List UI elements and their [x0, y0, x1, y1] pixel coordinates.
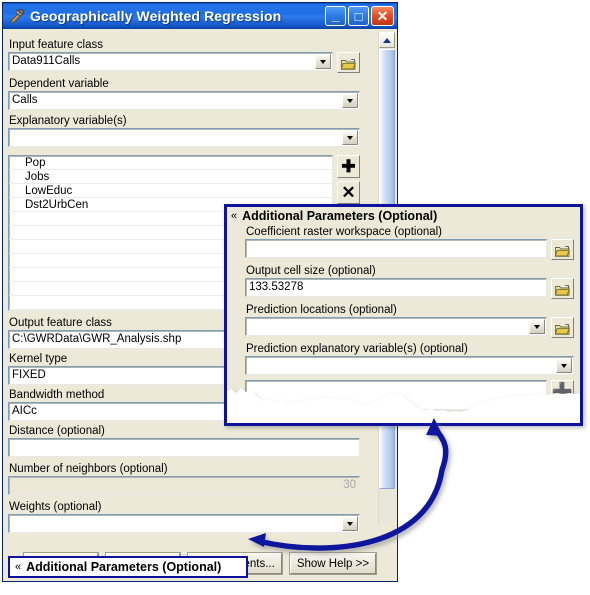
list-item[interactable]: LowEduc: [9, 184, 332, 198]
row-distance: [6, 438, 362, 457]
label-coefficient-raster-workspace: Coefficient raster workspace (optional): [246, 226, 443, 238]
plus-icon: ✚: [341, 157, 356, 176]
label-output-cell-size: Output cell size (optional): [246, 265, 376, 277]
additional-parameters-popup-body: Coefficient raster workspace (optional) …: [227, 225, 580, 410]
row-input-feature-class: Data911Calls: [6, 52, 362, 73]
minimize-button[interactable]: _: [325, 6, 346, 26]
row-output-cell-size: 133.53278: [243, 278, 576, 299]
prediction-locations-combo[interactable]: [245, 317, 547, 336]
row-prediction-locations: [243, 317, 576, 338]
row-coefficient-raster-workspace: [243, 239, 576, 260]
prediction-explanatory-variables-combo[interactable]: [245, 356, 574, 375]
scroll-up-button[interactable]: [379, 32, 395, 48]
close-button[interactable]: ✕: [371, 6, 394, 26]
close-x-icon: ✕: [341, 183, 356, 202]
chevron-down-icon[interactable]: [529, 319, 545, 334]
browse-coefficient-raster-workspace-button[interactable]: [551, 239, 574, 260]
output-cell-size-input[interactable]: 133.53278: [245, 278, 547, 297]
dependent-variable-combo[interactable]: Calls: [8, 91, 360, 110]
maximize-button[interactable]: □: [348, 6, 369, 26]
additional-parameters-collapsed-header[interactable]: « Additional Parameters (Optional): [8, 556, 248, 578]
additional-parameters-popup-header[interactable]: « Additional Parameters (Optional): [227, 207, 580, 225]
hammer-tool-icon: [8, 7, 26, 25]
chevron-up-icon: «: [15, 560, 22, 573]
row-dependent-variable: Calls: [6, 91, 362, 110]
window-controls: _ □ ✕: [325, 6, 394, 26]
distance-input[interactable]: [8, 438, 360, 457]
browse-prediction-locations-button[interactable]: [551, 317, 574, 338]
label-prediction-explanatory-variables: Prediction explanatory variable(s) (opti…: [246, 343, 468, 355]
input-feature-class-combo[interactable]: Data911Calls: [8, 52, 333, 71]
browse-output-cell-size-button[interactable]: [551, 278, 574, 299]
chevron-up-icon: «: [231, 209, 238, 222]
row-number-of-neighbors: 30: [6, 476, 362, 495]
browse-input-feature-class-button[interactable]: [337, 52, 360, 73]
input-feature-class-value: Data911Calls: [12, 55, 81, 67]
label-input-feature-class: Input feature class: [9, 39, 103, 51]
list-item[interactable]: Jobs: [9, 170, 332, 184]
explanatory-variables-combo[interactable]: [8, 128, 360, 147]
list-item[interactable]: Pop: [9, 156, 332, 170]
label-explanatory-variables: Explanatory variable(s): [9, 115, 127, 127]
remove-variable-button[interactable]: ✕: [337, 181, 360, 204]
chevron-down-icon[interactable]: [556, 358, 572, 373]
window-title: Geographically Weighted Regression: [30, 8, 282, 24]
label-number-of-neighbors: Number of neighbors (optional): [9, 463, 168, 475]
number-of-neighbors-input: 30: [8, 476, 360, 495]
row-explanatory-variables: [6, 128, 362, 147]
title-bar[interactable]: Geographically Weighted Regression _ □ ✕: [3, 3, 397, 29]
chevron-down-icon[interactable]: [342, 93, 358, 108]
label-distance: Distance (optional): [9, 425, 105, 437]
folder-open-icon: [554, 244, 570, 257]
additional-parameters-collapsed-label: Additional Parameters (Optional): [26, 560, 222, 574]
dependent-variable-value: Calls: [12, 94, 38, 106]
label-weights: Weights (optional): [9, 501, 102, 513]
show-help-button[interactable]: Show Help >>: [288, 552, 378, 575]
chevron-down-icon[interactable]: [315, 54, 331, 69]
coefficient-raster-workspace-input[interactable]: [245, 239, 547, 258]
prediction-variables-listbox[interactable]: [245, 380, 547, 410]
chevron-down-icon[interactable]: [342, 130, 358, 145]
row-weights: [6, 514, 362, 533]
folder-open-icon: [554, 322, 570, 335]
row-prediction-variable-list: ➕: [243, 380, 576, 410]
chevron-down-icon[interactable]: [342, 516, 358, 531]
label-dependent-variable: Dependent variable: [9, 78, 109, 90]
maximize-icon: □: [354, 8, 363, 24]
additional-parameters-popup-title: Additional Parameters (Optional): [242, 209, 438, 223]
folder-open-icon: [340, 57, 356, 70]
folder-open-icon: [554, 283, 570, 296]
label-prediction-locations: Prediction locations (optional): [246, 304, 397, 316]
add-variable-button[interactable]: ✚: [337, 155, 360, 178]
minimize-icon: _: [331, 7, 340, 23]
close-icon: ✕: [376, 8, 389, 24]
row-prediction-explanatory-variables: [243, 356, 576, 375]
weights-combo[interactable]: [8, 514, 360, 533]
add-prediction-variable-button[interactable]: ➕: [551, 380, 574, 403]
additional-parameters-popup: « Additional Parameters (Optional) Coeff…: [224, 204, 583, 426]
plus-icon: ➕: [551, 382, 574, 401]
